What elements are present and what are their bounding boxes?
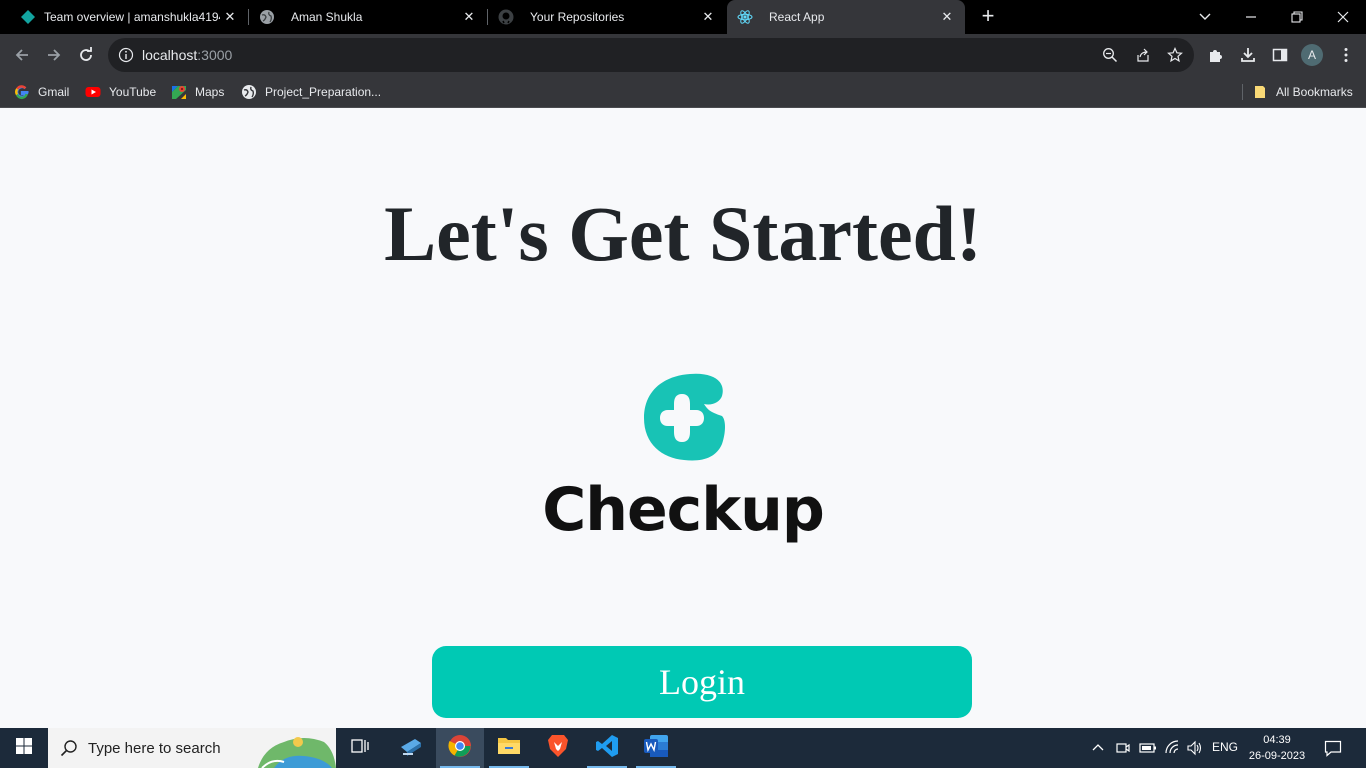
- minimize-icon[interactable]: [1242, 8, 1260, 26]
- windows-taskbar: Type here to search ENG 04:39 26-09-2023: [0, 728, 1366, 768]
- site-info-icon[interactable]: [118, 47, 134, 68]
- new-tab-button[interactable]: +: [976, 4, 1000, 30]
- maps-icon: [171, 84, 187, 100]
- taskbar-search-box[interactable]: Type here to search: [48, 728, 336, 768]
- close-tab-icon[interactable]: ✕: [220, 9, 240, 25]
- clock-time: 04:39: [1263, 734, 1291, 746]
- bookmark-star-icon[interactable]: [1167, 47, 1183, 68]
- forward-arrow-icon[interactable]: [42, 43, 66, 67]
- checkup-logo-icon: [642, 372, 726, 467]
- taskbar-file-explorer[interactable]: [485, 728, 533, 768]
- close-tab-icon[interactable]: ✕: [698, 9, 718, 25]
- address-bar[interactable]: localhost:3000: [108, 38, 1194, 72]
- computer-icon: [399, 735, 423, 762]
- brave-lion-icon: [547, 734, 569, 763]
- tab-title: React App: [769, 10, 825, 24]
- clock-date: 26-09-2023: [1248, 750, 1306, 762]
- close-tab-icon[interactable]: ✕: [937, 9, 957, 25]
- url-host: localhost: [142, 47, 198, 63]
- reload-icon[interactable]: [74, 43, 98, 67]
- folder-icon: [1252, 84, 1268, 100]
- bookmarks-divider: [1242, 84, 1243, 100]
- browser-tab-strip: Team overview | amanshukla4194 ✕ Aman Sh…: [0, 0, 1366, 34]
- team-diamond-icon: [20, 9, 36, 25]
- globe-icon: [241, 84, 257, 100]
- task-view-button[interactable]: [336, 728, 384, 768]
- browser-toolbar: localhost:3000 A: [0, 34, 1366, 76]
- bookmark-label: Gmail: [38, 85, 70, 99]
- start-button[interactable]: [0, 728, 48, 768]
- page-content: Let's Get Started! Checkup Login: [0, 109, 1366, 728]
- google-icon: [14, 84, 30, 100]
- wifi-icon[interactable]: [1164, 740, 1180, 761]
- url-port: :3000: [197, 47, 233, 63]
- share-icon[interactable]: [1135, 47, 1151, 68]
- taskbar-clock[interactable]: 04:39 26-09-2023: [1244, 732, 1310, 764]
- bookmark-gmail[interactable]: Gmail: [14, 82, 69, 102]
- page-heading: Let's Get Started!: [384, 190, 982, 277]
- bookmarks-bar: Gmail YouTube Maps Project_Preparation..…: [0, 76, 1366, 108]
- checkup-logo-text: Checkup: [542, 475, 825, 545]
- search-placeholder: Type here to search: [88, 740, 221, 757]
- search-highlight-illustration: [254, 728, 336, 768]
- tab-title: Your Repositories: [530, 10, 625, 24]
- tab-search-icon[interactable]: [1196, 8, 1214, 26]
- react-icon: [737, 9, 753, 25]
- download-icon[interactable]: [1236, 43, 1260, 67]
- bookmark-youtube[interactable]: YouTube: [85, 82, 156, 102]
- back-arrow-icon[interactable]: [10, 43, 34, 67]
- taskbar-word[interactable]: [632, 728, 680, 768]
- tab-react-app[interactable]: React App ✕: [727, 0, 965, 34]
- chevron-up-icon[interactable]: [1090, 740, 1106, 761]
- tab-your-repositories[interactable]: Your Repositories ✕: [488, 0, 726, 34]
- bookmark-label: Maps: [195, 85, 225, 99]
- tab-title: Team overview | amanshukla4194: [44, 10, 220, 24]
- search-icon: [60, 739, 78, 762]
- bookmark-label: Project_Preparation...: [265, 85, 382, 99]
- task-view-icon: [350, 737, 370, 760]
- taskbar-chrome[interactable]: [436, 728, 484, 768]
- language-indicator[interactable]: ENG: [1212, 740, 1238, 754]
- notifications-icon[interactable]: [1324, 739, 1342, 762]
- taskbar-vscode[interactable]: [583, 728, 631, 768]
- all-bookmarks-button[interactable]: All Bookmarks: [1252, 82, 1353, 102]
- word-icon: [643, 734, 669, 763]
- url-text: localhost:3000: [142, 47, 232, 63]
- github-icon: [498, 9, 514, 25]
- zoom-icon[interactable]: [1102, 47, 1118, 68]
- login-button[interactable]: Login: [432, 646, 972, 718]
- bookmark-maps[interactable]: Maps: [171, 82, 224, 102]
- vscode-icon: [595, 734, 619, 763]
- taskbar-brave[interactable]: [534, 728, 582, 768]
- globe-icon: [259, 9, 275, 25]
- bookmark-label: YouTube: [109, 85, 157, 99]
- side-panel-icon[interactable]: [1268, 43, 1292, 67]
- close-tab-icon[interactable]: ✕: [459, 9, 479, 25]
- extensions-puzzle-icon[interactable]: [1204, 43, 1228, 67]
- volume-icon[interactable]: [1186, 740, 1204, 761]
- bookmark-project-preparation[interactable]: Project_Preparation...: [241, 82, 381, 102]
- restore-icon[interactable]: [1288, 8, 1306, 26]
- windows-logo-icon: [15, 737, 33, 760]
- tab-title: Aman Shukla: [291, 10, 363, 24]
- folder-icon: [497, 735, 521, 762]
- tab-aman-shukla[interactable]: Aman Shukla ✕: [249, 0, 487, 34]
- all-bookmarks-label: All Bookmarks: [1276, 85, 1353, 99]
- battery-icon[interactable]: [1139, 740, 1157, 761]
- close-window-icon[interactable]: [1334, 8, 1352, 26]
- tab-team-overview[interactable]: Team overview | amanshukla4194 ✕: [0, 0, 248, 34]
- meet-now-icon[interactable]: [1115, 740, 1131, 761]
- taskbar-pc-app[interactable]: [387, 728, 435, 768]
- profile-avatar[interactable]: A: [1301, 44, 1323, 66]
- chrome-icon: [448, 734, 472, 763]
- youtube-icon: [85, 84, 101, 100]
- kebab-menu-icon[interactable]: [1334, 43, 1358, 67]
